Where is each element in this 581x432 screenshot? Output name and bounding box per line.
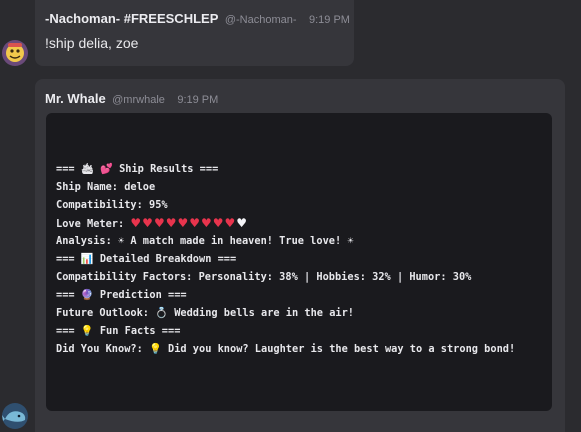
heart-filled-icon: ♥ <box>153 216 165 230</box>
author-handle: @-Nachoman- <box>224 14 297 26</box>
heart-filled-icon: ♥ <box>177 216 189 230</box>
factors-line: Compatibility Factors: Personality: 38% … <box>56 271 472 283</box>
breakdown-header: === 📊 Detailed Breakdown === <box>56 253 237 265</box>
message-bubble <box>35 0 354 66</box>
results-header: === 🛳 💕 Ship Results === <box>56 163 219 175</box>
prediction-header: === 🔮 Prediction === <box>56 289 187 301</box>
heart-filled-icon: ♥ <box>165 216 177 230</box>
funfacts-header: === 💡 Fun Facts === <box>56 325 181 337</box>
did-you-know-line: Did You Know?: 💡 Did you know? Laughter … <box>56 343 516 355</box>
avatar[interactable] <box>2 40 28 66</box>
future-line: Future Outlook: 💍 Wedding bells are in t… <box>56 307 354 319</box>
author-handle: @mrwhale <box>112 94 165 106</box>
heart-filled-icon: ♥ <box>201 216 212 230</box>
avatar-image <box>2 40 28 66</box>
message-text: !ship delia, zoe <box>45 35 139 51</box>
author-name[interactable]: -Nachoman- #FREESCHLEP <box>45 11 218 26</box>
ship-name-line: Ship Name: deloe <box>56 181 156 193</box>
heart-filled-icon: ♥ <box>224 216 236 230</box>
heart-filled-icon: ♥ <box>142 216 153 230</box>
compatibility-line: Compatibility: 95% <box>56 199 168 211</box>
whale-avatar-image <box>2 403 28 429</box>
timestamp: 9:19 PM <box>308 14 350 26</box>
chat-window: -Nachoman- #FREESCHLEP @-Nachoman- 9:19 … <box>0 0 581 432</box>
analysis-line: Analysis: ☀ A match made in heaven! True… <box>56 235 354 247</box>
heart-filled-icon: ♥ <box>189 216 200 230</box>
author-name[interactable]: Mr. Whale <box>45 91 106 106</box>
message-header: Mr. Whale @mrwhale 9:19 PM <box>45 91 218 107</box>
heart-filled-icon: ♥ <box>130 216 142 230</box>
timestamp: 9:19 PM <box>177 94 219 106</box>
love-meter: ♥♥♥♥♥♥♥♥♥♥ <box>130 214 248 233</box>
code-block: === 🛳 💕 Ship Results === Ship Name: delo… <box>46 113 552 411</box>
avatar[interactable] <box>2 403 28 429</box>
heart-filled-icon: ♥ <box>212 216 224 230</box>
love-meter-label: Love Meter: <box>56 218 131 230</box>
love-meter-line: Love Meter: ♥♥♥♥♥♥♥♥♥♥ <box>56 214 248 232</box>
heart-empty-icon: ♥ <box>236 216 248 230</box>
message-header: -Nachoman- #FREESCHLEP @-Nachoman- 9:19 … <box>45 11 350 27</box>
